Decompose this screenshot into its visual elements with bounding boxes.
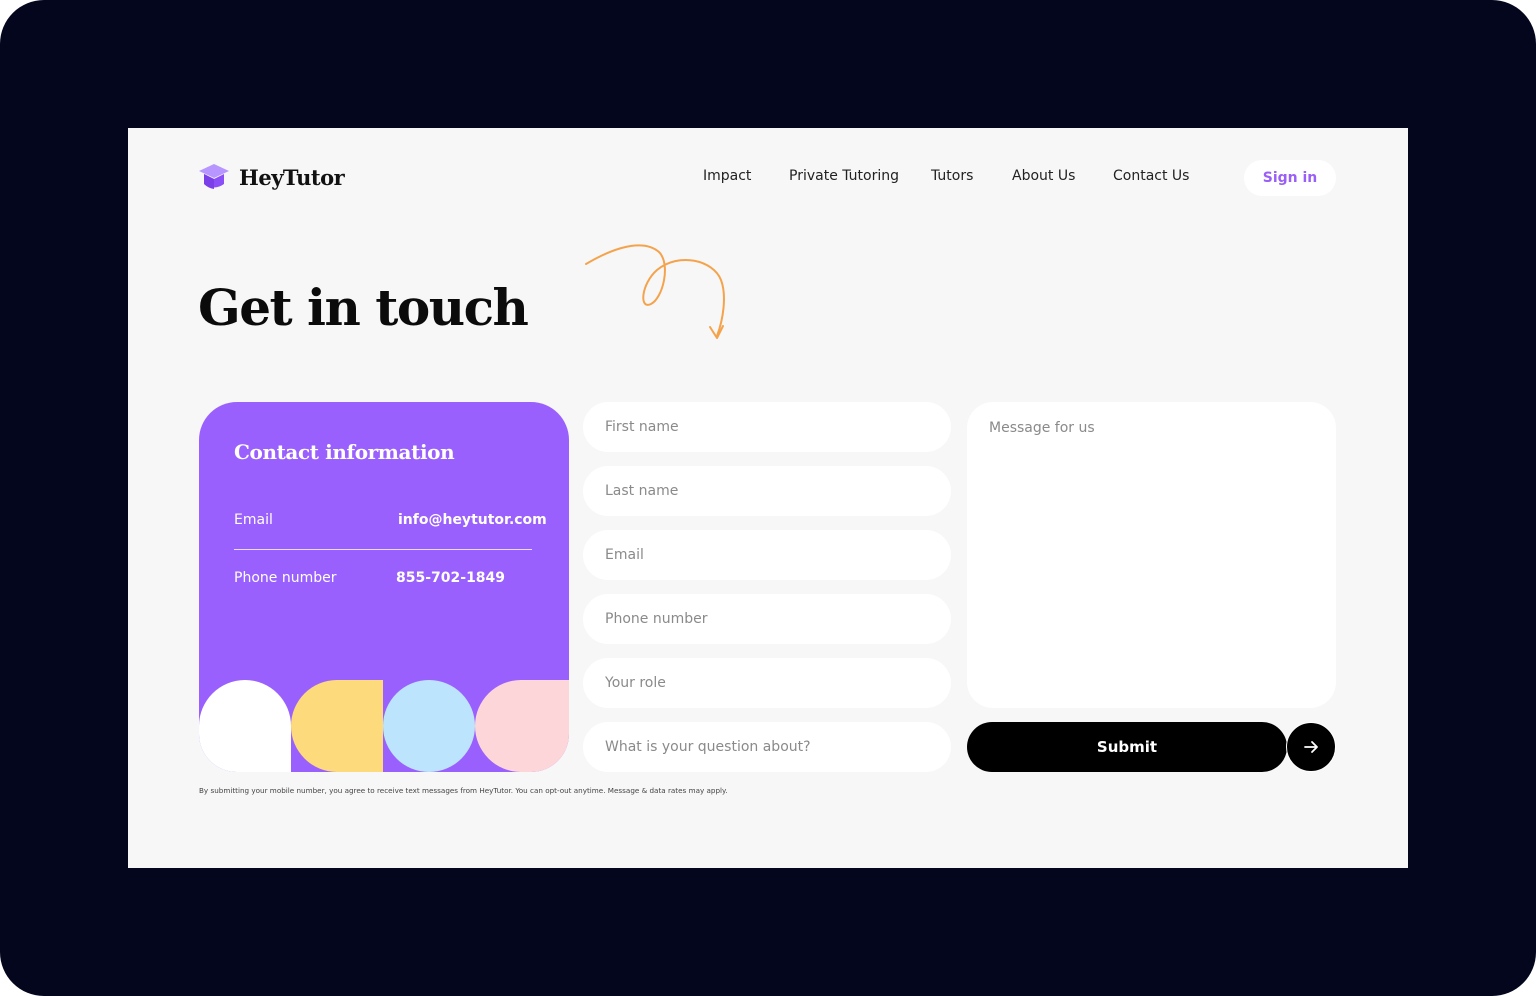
arrow-right-icon — [1304, 741, 1318, 753]
message-textarea[interactable] — [967, 402, 1336, 708]
contact-information-card: Contact information Email info@heytutor.… — [199, 402, 569, 772]
sms-disclaimer: By submitting your mobile number, you ag… — [199, 786, 728, 795]
email-label: Email — [234, 512, 273, 528]
blue-circle-shape — [383, 680, 475, 772]
sign-in-button[interactable]: Sign in — [1244, 160, 1336, 196]
email-value[interactable]: info@heytutor.com — [398, 512, 547, 528]
white-arch-shape — [199, 680, 291, 772]
brand-name: HeyTutor — [239, 164, 345, 190]
submit-arrow-button[interactable] — [1286, 722, 1336, 772]
submit-button[interactable]: Submit — [967, 722, 1287, 772]
last-name-field[interactable] — [583, 466, 951, 516]
phone-label: Phone number — [234, 570, 337, 586]
nav-item-private-tutoring[interactable]: Private Tutoring — [789, 168, 899, 184]
role-field[interactable] — [583, 658, 951, 708]
pink-rounded-shape — [475, 680, 569, 772]
card-divider — [234, 549, 532, 550]
nav-item-contact-us[interactable]: Contact Us — [1113, 168, 1189, 184]
page-title: Get in touch — [198, 278, 529, 337]
first-name-field[interactable] — [583, 402, 951, 452]
contact-card-title: Contact information — [234, 440, 455, 464]
decorative-shapes — [199, 680, 569, 772]
phone-number-field[interactable] — [583, 594, 951, 644]
decorative-squiggle-arrow — [585, 244, 725, 339]
app-frame: HeyTutor Impact Private Tutoring Tutors … — [0, 0, 1536, 996]
nav-item-impact[interactable]: Impact — [703, 168, 751, 184]
question-topic-field[interactable] — [583, 722, 951, 772]
logo[interactable]: HeyTutor — [198, 162, 345, 192]
nav-item-tutors[interactable]: Tutors — [931, 168, 973, 184]
contact-page: HeyTutor Impact Private Tutoring Tutors … — [128, 128, 1408, 868]
yellow-half-circle-shape — [291, 680, 383, 772]
phone-value[interactable]: 855-702-1849 — [396, 570, 505, 586]
nav-item-about-us[interactable]: About Us — [1012, 168, 1075, 184]
graduation-cap-icon — [199, 164, 229, 189]
email-field[interactable] — [583, 530, 951, 580]
